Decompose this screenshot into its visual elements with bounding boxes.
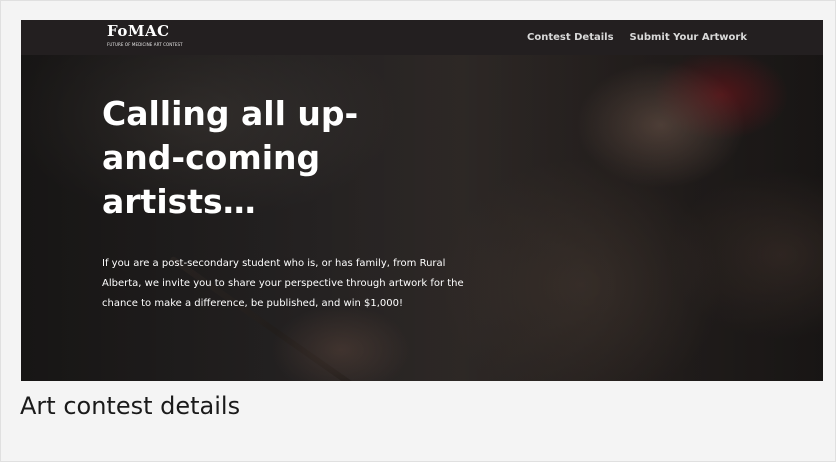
- main-nav: Contest Details Submit Your Artwork: [527, 31, 747, 44]
- page-heading: Art contest details: [20, 392, 241, 420]
- hero-title: Calling all up-and-coming artists…: [102, 94, 359, 221]
- site-header: FoMAC FUTURE OF MEDICINE ART CONTEST Con…: [21, 20, 823, 55]
- logo-wordmark: FoMAC: [107, 22, 170, 40]
- site-logo[interactable]: FoMAC FUTURE OF MEDICINE ART CONTEST: [107, 23, 189, 51]
- logo-tagline: FUTURE OF MEDICINE ART CONTEST: [107, 42, 183, 47]
- embedded-site: FoMAC FUTURE OF MEDICINE ART CONTEST Con…: [21, 20, 823, 381]
- page-frame: FoMAC FUTURE OF MEDICINE ART CONTEST Con…: [0, 0, 836, 462]
- nav-contest-details[interactable]: Contest Details: [527, 31, 614, 44]
- nav-submit-artwork[interactable]: Submit Your Artwork: [630, 31, 747, 44]
- hero-description: If you are a post-secondary student who …: [102, 258, 464, 309]
